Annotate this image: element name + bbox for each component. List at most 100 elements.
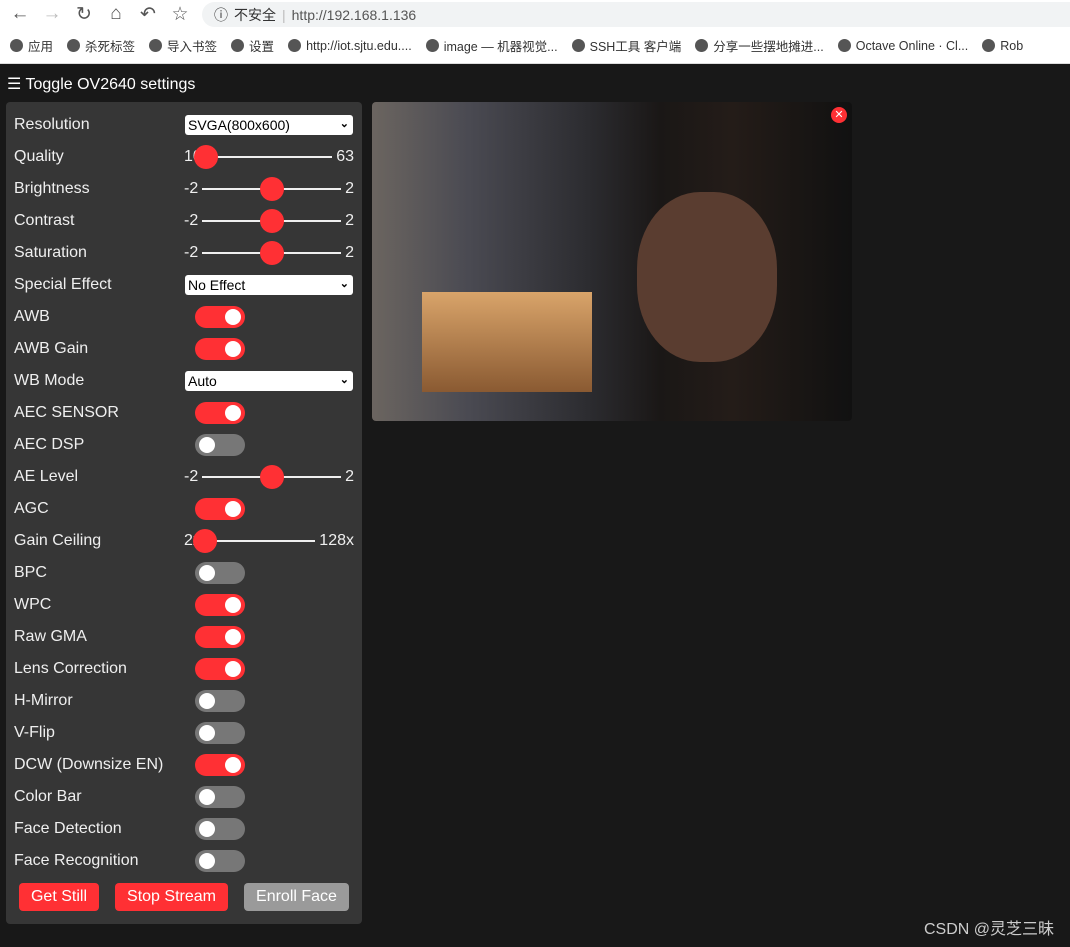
toggle-knob: [199, 725, 215, 741]
setting-label: Quality: [14, 148, 64, 165]
range-max: 2: [345, 244, 354, 261]
setting-raw-gma: Raw GMA: [14, 625, 354, 649]
chevron-down-icon: ⌄: [339, 118, 349, 130]
slider-thumb[interactable]: [259, 465, 284, 489]
range-max: 2: [345, 180, 354, 197]
close-stream-icon[interactable]: ✕: [831, 107, 847, 123]
setting-agc: AGC: [14, 497, 354, 521]
undo-icon[interactable]: ↶: [136, 3, 160, 26]
bookmark-item[interactable]: 分享一些摆地摊进...: [695, 36, 824, 55]
aec-dsp-toggle[interactable]: [195, 434, 245, 456]
setting-label: Contrast: [14, 212, 75, 229]
bookmark-star-icon[interactable]: ☆: [168, 3, 192, 26]
toggle-knob: [225, 309, 241, 325]
bookmark-icon: [571, 39, 585, 52]
wpc-toggle[interactable]: [195, 594, 245, 616]
range-min: -2: [184, 244, 199, 261]
security-label: 不安全: [234, 6, 276, 23]
bookmark-item[interactable]: 应用: [10, 36, 53, 55]
bookmark-label: SSH工具 客户端: [589, 40, 682, 54]
forward-icon[interactable]: →: [40, 3, 64, 25]
dcw-downsize-en-toggle[interactable]: [195, 754, 245, 776]
raw-gma-toggle[interactable]: [195, 626, 245, 648]
wb-mode-select[interactable]: Auto ⌄: [185, 371, 353, 391]
bpc-toggle[interactable]: [195, 562, 245, 584]
bookmark-item[interactable]: Rob: [982, 36, 1023, 55]
bookmark-item[interactable]: 设置: [231, 36, 274, 55]
chevron-down-icon: ⌄: [339, 374, 349, 386]
gain-ceiling-slider[interactable]: [192, 529, 316, 553]
lens-correction-toggle[interactable]: [195, 658, 245, 680]
range-max: 63: [336, 148, 354, 165]
brightness-slider[interactable]: [202, 177, 342, 201]
bookmark-icon: [231, 39, 245, 52]
slider-thumb[interactable]: [193, 145, 218, 169]
toggle-knob: [225, 405, 241, 421]
toggle-knob: [199, 565, 215, 581]
bookmark-item[interactable]: image — 机器视觉...: [425, 36, 558, 55]
stop-stream-button[interactable]: Stop Stream: [115, 883, 228, 911]
resolution-selected-value: SVGA(800x600): [188, 117, 290, 133]
face-detection-toggle[interactable]: [195, 818, 245, 840]
slider-thumb[interactable]: [192, 529, 217, 553]
bookmark-item[interactable]: http://iot.sjtu.edu....: [288, 36, 412, 55]
contrast-slider[interactable]: [202, 209, 342, 233]
bookmark-item[interactable]: SSH工具 客户端: [571, 36, 682, 55]
setting-label: AE Level: [14, 468, 79, 485]
enroll-face-button[interactable]: Enroll Face: [244, 883, 349, 911]
setting-label: H-Mirror: [14, 692, 73, 709]
setting-aec-sensor: AEC SENSOR: [14, 401, 354, 425]
reload-icon[interactable]: ↻: [72, 3, 96, 26]
toggle-knob: [225, 629, 241, 645]
slider-thumb[interactable]: [259, 241, 284, 265]
setting-label: V-Flip: [14, 724, 55, 741]
bookmark-icon: [425, 39, 439, 52]
special-effect-select[interactable]: No Effect ⌄: [185, 275, 353, 295]
address-bar[interactable]: ⓘ 不安全 | http://192.168.1.136: [202, 2, 1070, 27]
range-min: -2: [184, 180, 199, 197]
bookmark-icon: [695, 39, 709, 52]
url-text[interactable]: http://192.168.1.136: [292, 7, 417, 23]
setting-resolution: Resolution SVGA(800x600) ⌄: [14, 113, 354, 137]
watermark: CSDN @灵芝三昧: [923, 921, 1054, 938]
toggle-knob: [199, 789, 215, 805]
v-flip-toggle[interactable]: [195, 722, 245, 744]
browser-chrome: ← → ↻ ⌂ ↶ ☆ ⓘ 不安全 | http://192.168.1.136…: [0, 0, 1070, 64]
home-icon[interactable]: ⌂: [104, 3, 128, 25]
face-recognition-toggle[interactable]: [195, 850, 245, 872]
setting-lens-correction: Lens Correction: [14, 657, 354, 681]
bookmark-item[interactable]: Octave Online · Cl...: [837, 36, 968, 55]
awb-gain-toggle[interactable]: [195, 338, 245, 360]
agc-toggle[interactable]: [195, 498, 245, 520]
aec-sensor-toggle[interactable]: [195, 402, 245, 424]
bookmarks-bar: 应用 杀死标签 导入书签 设置 http://iot.sjtu.edu.... image…: [10, 36, 1023, 55]
color-bar-toggle[interactable]: [195, 786, 245, 808]
setting-label: Lens Correction: [14, 660, 127, 677]
setting-label: WB Mode: [14, 372, 85, 389]
stream-subject: [637, 192, 777, 362]
setting-special-effect: Special Effect No Effect ⌄: [14, 273, 354, 297]
bookmark-icon: [288, 39, 302, 52]
bookmark-label: http://iot.sjtu.edu....: [306, 38, 412, 53]
slider-thumb[interactable]: [259, 209, 284, 233]
bookmark-label: Rob: [1000, 38, 1024, 53]
awb-toggle[interactable]: [195, 306, 245, 328]
toggle-settings[interactable]: ☰ Toggle OV2640 settings: [7, 74, 195, 94]
saturation-slider[interactable]: [202, 241, 342, 265]
ae-level-slider[interactable]: [202, 465, 342, 489]
bookmark-item[interactable]: 杀死标签: [67, 36, 135, 55]
h-mirror-toggle[interactable]: [195, 690, 245, 712]
back-icon[interactable]: ←: [8, 3, 32, 25]
bookmark-item[interactable]: 导入书签: [149, 36, 217, 55]
quality-slider[interactable]: [193, 145, 333, 169]
setting-bpc: BPC: [14, 561, 354, 585]
resolution-select[interactable]: SVGA(800x600) ⌄: [185, 115, 353, 135]
setting-saturation: Saturation -2 2: [14, 241, 354, 265]
setting-quality: Quality 10 63: [14, 145, 354, 169]
toggle-knob: [225, 341, 241, 357]
get-still-button[interactable]: Get Still: [19, 883, 99, 911]
slider-thumb[interactable]: [259, 177, 284, 201]
setting-label: AGC: [14, 500, 49, 517]
range-min: -2: [184, 212, 199, 229]
toggle-knob: [225, 597, 241, 613]
